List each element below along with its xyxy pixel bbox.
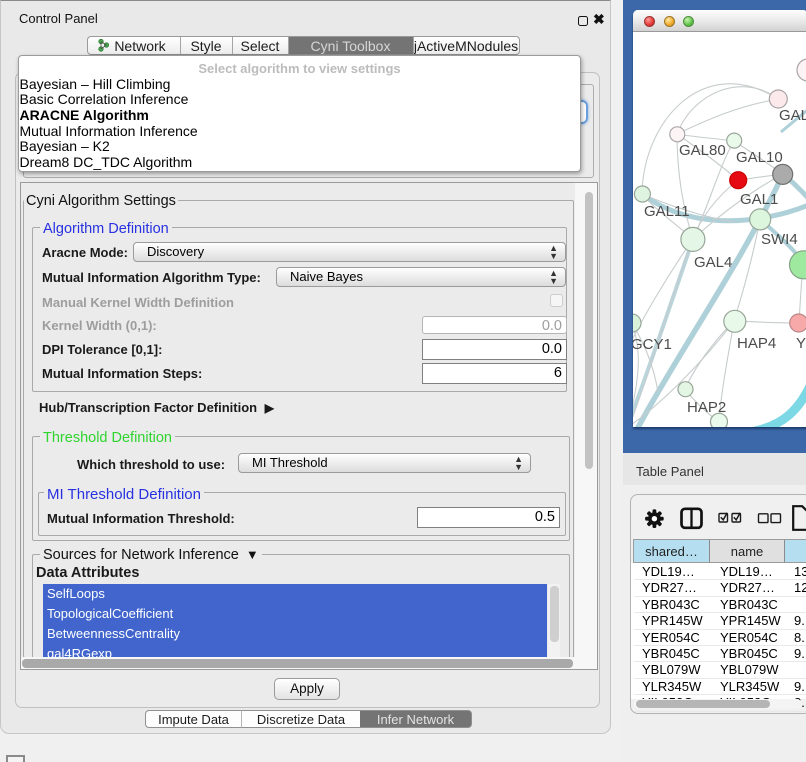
svg-text:GAL11: GAL11 (644, 203, 690, 220)
svg-text:GAL: GAL (779, 107, 806, 124)
svg-text:HAP4: HAP4 (737, 335, 776, 352)
svg-text:SWI4: SWI4 (761, 231, 798, 248)
svg-text:Y: Y (796, 335, 806, 352)
svg-text:GAL1: GAL1 (740, 191, 778, 208)
svg-text:GAL10: GAL10 (736, 149, 783, 166)
svg-text:GAL4: GAL4 (694, 254, 732, 271)
svg-text:GAL80: GAL80 (679, 142, 726, 159)
svg-text:GCY1: GCY1 (633, 336, 672, 353)
